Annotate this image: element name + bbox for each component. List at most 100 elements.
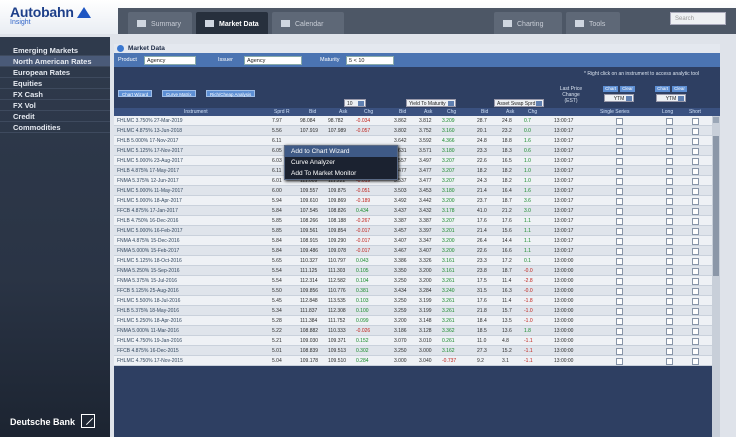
- single-series-checkbox[interactable]: [616, 348, 623, 355]
- short-checkbox[interactable]: [692, 338, 699, 345]
- tab-market-data[interactable]: Market Data: [196, 12, 268, 34]
- table-row[interactable]: FHLB 4.750% 16-Dec-2016 5.85 108.266 108.18…: [114, 216, 712, 226]
- short-checkbox[interactable]: [692, 328, 699, 335]
- single-series-checkbox[interactable]: [616, 208, 623, 215]
- single-series-checkbox[interactable]: [616, 258, 623, 265]
- long-checkbox[interactable]: [666, 248, 673, 255]
- vertical-scrollbar[interactable]: [712, 116, 720, 437]
- short-checkbox[interactable]: [692, 158, 699, 165]
- single-series-checkbox[interactable]: [616, 178, 623, 185]
- sidebar-item-equities[interactable]: Equities: [0, 78, 110, 89]
- single-series-checkbox[interactable]: [616, 148, 623, 155]
- short-checkbox[interactable]: [692, 188, 699, 195]
- table-row[interactable]: FHLMC 4.875% 13-Jun-2018 5.56 107.919 107.9…: [114, 126, 712, 136]
- col-asw-ask[interactable]: Ask: [506, 109, 514, 115]
- table-row[interactable]: FNMA 5.375% 15-Jul-2016 5.54 112.314 112.58…: [114, 276, 712, 286]
- chart-wizard-button[interactable]: Chart Wizard: [118, 90, 153, 97]
- single-series-checkbox[interactable]: [616, 218, 623, 225]
- tab-charting[interactable]: Charting: [494, 12, 562, 34]
- long-checkbox[interactable]: [666, 198, 673, 205]
- single-series-checkbox[interactable]: [616, 238, 623, 245]
- sidebar-item-commodities[interactable]: Commodities: [0, 122, 110, 133]
- yield-basis-select[interactable]: Yield To Maturity: [406, 99, 456, 107]
- col-yield-bid[interactable]: Bid: [399, 109, 406, 115]
- issuer-field[interactable]: Agency: [244, 56, 302, 65]
- single-series-checkbox[interactable]: [616, 228, 623, 235]
- long-checkbox[interactable]: [666, 128, 673, 135]
- long-checkbox[interactable]: [666, 228, 673, 235]
- col-yield-ask[interactable]: Ask: [424, 109, 432, 115]
- short-checkbox[interactable]: [692, 358, 699, 365]
- table-row[interactable]: FHLMC 5.250% 18-Apr-2016 5.28 111.384 111.7…: [114, 316, 712, 326]
- scroll-up-icon[interactable]: [713, 117, 719, 123]
- long-checkbox[interactable]: [666, 158, 673, 165]
- table-row[interactable]: FHLMC 5.125% 17-Nov-2017 6.05 3.631 3.571 3.…: [114, 146, 712, 156]
- short-checkbox[interactable]: [692, 178, 699, 185]
- long-checkbox[interactable]: [666, 268, 673, 275]
- short-checkbox[interactable]: [692, 278, 699, 285]
- table-row[interactable]: FNMA 5.375% 12-Jun-2017 6.01 111.009 111.22…: [114, 176, 712, 186]
- short-checkbox[interactable]: [692, 168, 699, 175]
- single-series-checkbox[interactable]: [616, 138, 623, 145]
- col-yield-chg[interactable]: Chg: [447, 109, 456, 115]
- single-series-checkbox[interactable]: [616, 188, 623, 195]
- asset-swap-select[interactable]: Asset Swap Sprd: [494, 99, 544, 107]
- short-checkbox[interactable]: [692, 258, 699, 265]
- product-field[interactable]: Agency: [144, 56, 196, 65]
- single-series-checkbox[interactable]: [616, 298, 623, 305]
- single-series-checkbox[interactable]: [616, 288, 623, 295]
- table-row[interactable]: FHLB 5.000% 17-Nov-2017 6.11 3.642 3.592 4.3…: [114, 136, 712, 146]
- short-checkbox[interactable]: [692, 318, 699, 325]
- table-row[interactable]: FHLMC 5.000% 16-Feb-2017 5.85 109.561 109.8…: [114, 226, 712, 236]
- single-series-checkbox[interactable]: [616, 198, 623, 205]
- short-checkbox[interactable]: [692, 268, 699, 275]
- short-checkbox[interactable]: [692, 128, 699, 135]
- autobahn-logo[interactable]: Autobahn Insight: [10, 4, 91, 26]
- long-checkbox[interactable]: [666, 168, 673, 175]
- search-input[interactable]: Search: [670, 12, 726, 25]
- col-bid[interactable]: Bid: [309, 109, 316, 115]
- short-checkbox[interactable]: [692, 288, 699, 295]
- short-checkbox[interactable]: [692, 208, 699, 215]
- long-checkbox[interactable]: [666, 338, 673, 345]
- table-row[interactable]: FHLMC 5.000% 18-Apr-2017 5.94 109.610 109.8…: [114, 196, 712, 206]
- table-row[interactable]: FNMA 5.250% 15-Sep-2016 5.54 111.125 111.30…: [114, 266, 712, 276]
- single-series-checkbox[interactable]: [616, 268, 623, 275]
- table-row[interactable]: FHLMC 3.750% 27-Mar-2019 7.97 98.084 98.782…: [114, 116, 712, 126]
- ytm-select-2[interactable]: YTM: [656, 94, 686, 102]
- table-row[interactable]: FHLB 5.375% 18-May-2016 5.34 111.837 112.30…: [114, 306, 712, 316]
- sidebar-item-fx-vol[interactable]: FX Vol: [0, 100, 110, 111]
- table-row[interactable]: FFCB 5.125% 25-Aug-2016 5.50 109.856 110.77…: [114, 286, 712, 296]
- col-ask[interactable]: Ask: [339, 109, 347, 115]
- single-series-checkbox[interactable]: [616, 168, 623, 175]
- long-checkbox[interactable]: [666, 308, 673, 315]
- long-checkbox[interactable]: [666, 188, 673, 195]
- table-row[interactable]: FHLMC 5.500% 18-Jul-2016 5.45 112.848 113.5…: [114, 296, 712, 306]
- sidebar-item-fx-cash[interactable]: FX Cash: [0, 89, 110, 100]
- col-asw-bid[interactable]: Bid: [481, 109, 488, 115]
- short-checkbox[interactable]: [692, 148, 699, 155]
- long-checkbox[interactable]: [666, 178, 673, 185]
- single-series-checkbox[interactable]: [616, 308, 623, 315]
- short-checkbox[interactable]: [692, 118, 699, 125]
- long-checkbox[interactable]: [666, 298, 673, 305]
- table-row[interactable]: FNMA 4.875% 15-Dec-2016 5.84 108.915 109.29…: [114, 236, 712, 246]
- col-asw-chg[interactable]: Chg: [528, 109, 537, 115]
- table-row[interactable]: FFCB 4.875% 16-Dec-2015 5.01 108.839 109.51…: [114, 346, 712, 356]
- short-checkbox[interactable]: [692, 238, 699, 245]
- long-checkbox[interactable]: [666, 118, 673, 125]
- clear-button[interactable]: Clear: [620, 86, 635, 92]
- tenor-select[interactable]: 10: [344, 99, 366, 107]
- short-checkbox[interactable]: [692, 228, 699, 235]
- short-checkbox[interactable]: [692, 198, 699, 205]
- table-row[interactable]: FNMA 5.000% 11-Mar-2016 5.22 108.882 110.33…: [114, 326, 712, 336]
- long-checkbox[interactable]: [666, 148, 673, 155]
- single-series-checkbox[interactable]: [616, 248, 623, 255]
- sidebar-item-north-american-rates[interactable]: North American Rates: [0, 56, 110, 67]
- long-checkbox[interactable]: [666, 278, 673, 285]
- long-checkbox[interactable]: [666, 348, 673, 355]
- long-checkbox[interactable]: [666, 208, 673, 215]
- sidebar-item-emerging-markets[interactable]: Emerging Markets: [0, 45, 110, 56]
- short-checkbox[interactable]: [692, 138, 699, 145]
- short-checkbox[interactable]: [692, 348, 699, 355]
